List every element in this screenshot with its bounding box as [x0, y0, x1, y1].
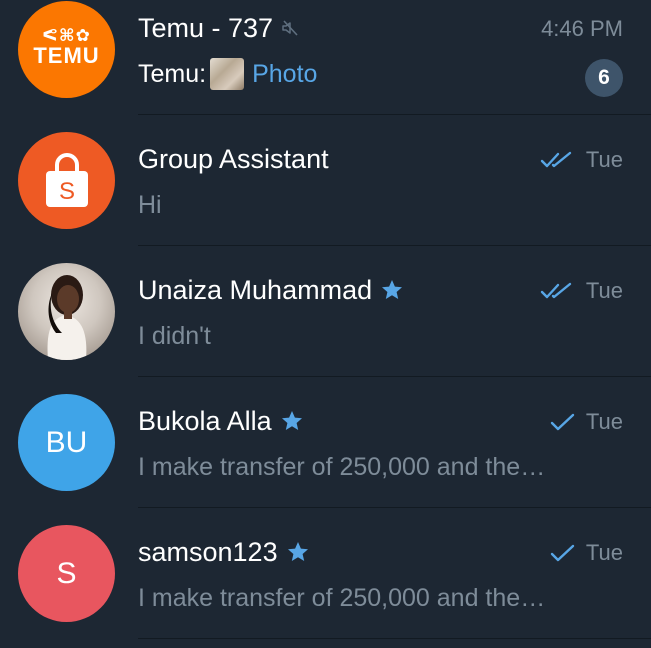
avatar-initials: BU	[45, 425, 88, 459]
profile-photo-figure	[47, 275, 87, 360]
chat-meta: Tue	[550, 407, 623, 437]
group-assistant-avatar[interactable]: S	[18, 132, 115, 229]
preview-media-label: Photo	[252, 60, 318, 88]
chat-title: Bukola Alla	[138, 403, 304, 439]
star-icon	[287, 542, 308, 561]
profile-photo[interactable]	[18, 263, 115, 360]
chat-meta: Tue	[540, 276, 623, 306]
chat-preview: I make transfer of 250,000 and the…	[138, 584, 546, 612]
temu-logo-icon: ᕙ⌘✿	[42, 25, 91, 45]
star-icon	[281, 411, 302, 430]
chat-preview: I didn't	[138, 322, 211, 350]
chat-row-group-assistant[interactable]: S Group Assistant Tue Hi	[0, 115, 651, 246]
photo-thumbnail	[210, 58, 245, 90]
chat-name: samson123	[138, 537, 278, 567]
single-check-icon	[550, 413, 575, 431]
chat-meta: Tue	[550, 538, 623, 568]
unread-count-badge: 6	[585, 59, 623, 97]
double-check-icon	[540, 151, 572, 168]
preview-sender: Temu:	[138, 60, 207, 88]
chat-title: samson123	[138, 534, 310, 570]
row-divider	[138, 638, 651, 639]
chat-time: Tue	[585, 147, 623, 172]
initials-avatar[interactable]: S	[18, 525, 115, 622]
chat-name: Temu - 737	[138, 13, 274, 43]
chat-title: Group Assistant	[138, 141, 329, 177]
chat-preview: Temu: Photo	[138, 57, 317, 91]
chat-preview: Hi	[138, 191, 162, 219]
chat-time: Tue	[585, 540, 623, 565]
chat-meta: Tue	[540, 145, 623, 175]
temu-logo-text: TEMU	[33, 42, 100, 68]
chat-title: Temu - 737	[138, 10, 299, 46]
shopping-bag-letter: S	[58, 178, 74, 205]
chat-title: Unaiza Muhammad	[138, 272, 404, 308]
chat-time: Tue	[585, 409, 623, 434]
single-check-icon	[550, 544, 575, 562]
chat-time: Tue	[585, 278, 623, 303]
initials-avatar[interactable]: BU	[18, 394, 115, 491]
chat-meta: 4:46 PM	[541, 14, 623, 44]
chat-time: 4:46 PM	[541, 16, 623, 41]
chat-preview: I make transfer of 250,000 and the…	[138, 453, 546, 481]
chat-row-samson123[interactable]: S samson123 Tue I make transfer of 250,0…	[0, 508, 651, 639]
chat-name: Bukola Alla	[138, 406, 272, 436]
avatar-initials: S	[56, 556, 77, 590]
chat-row-temu[interactable]: ᕙ⌘✿ TEMU Temu - 737 4:46 PM Temu: Photo …	[0, 0, 651, 115]
muted-speaker-icon	[282, 20, 298, 36]
shopping-bag-icon: S	[45, 152, 88, 207]
chat-row-bukola-alla[interactable]: BU Bukola Alla Tue I make transfer of 25…	[0, 377, 651, 508]
chat-row-unaiza-muhammad[interactable]: Unaiza Muhammad Tue I didn't	[0, 246, 651, 377]
star-icon	[382, 280, 403, 299]
temu-avatar[interactable]: ᕙ⌘✿ TEMU	[18, 1, 115, 98]
chat-name: Group Assistant	[138, 144, 329, 174]
double-check-icon	[540, 282, 572, 299]
chat-name: Unaiza Muhammad	[138, 275, 373, 305]
chat-list: ᕙ⌘✿ TEMU Temu - 737 4:46 PM Temu: Photo …	[0, 0, 651, 648]
